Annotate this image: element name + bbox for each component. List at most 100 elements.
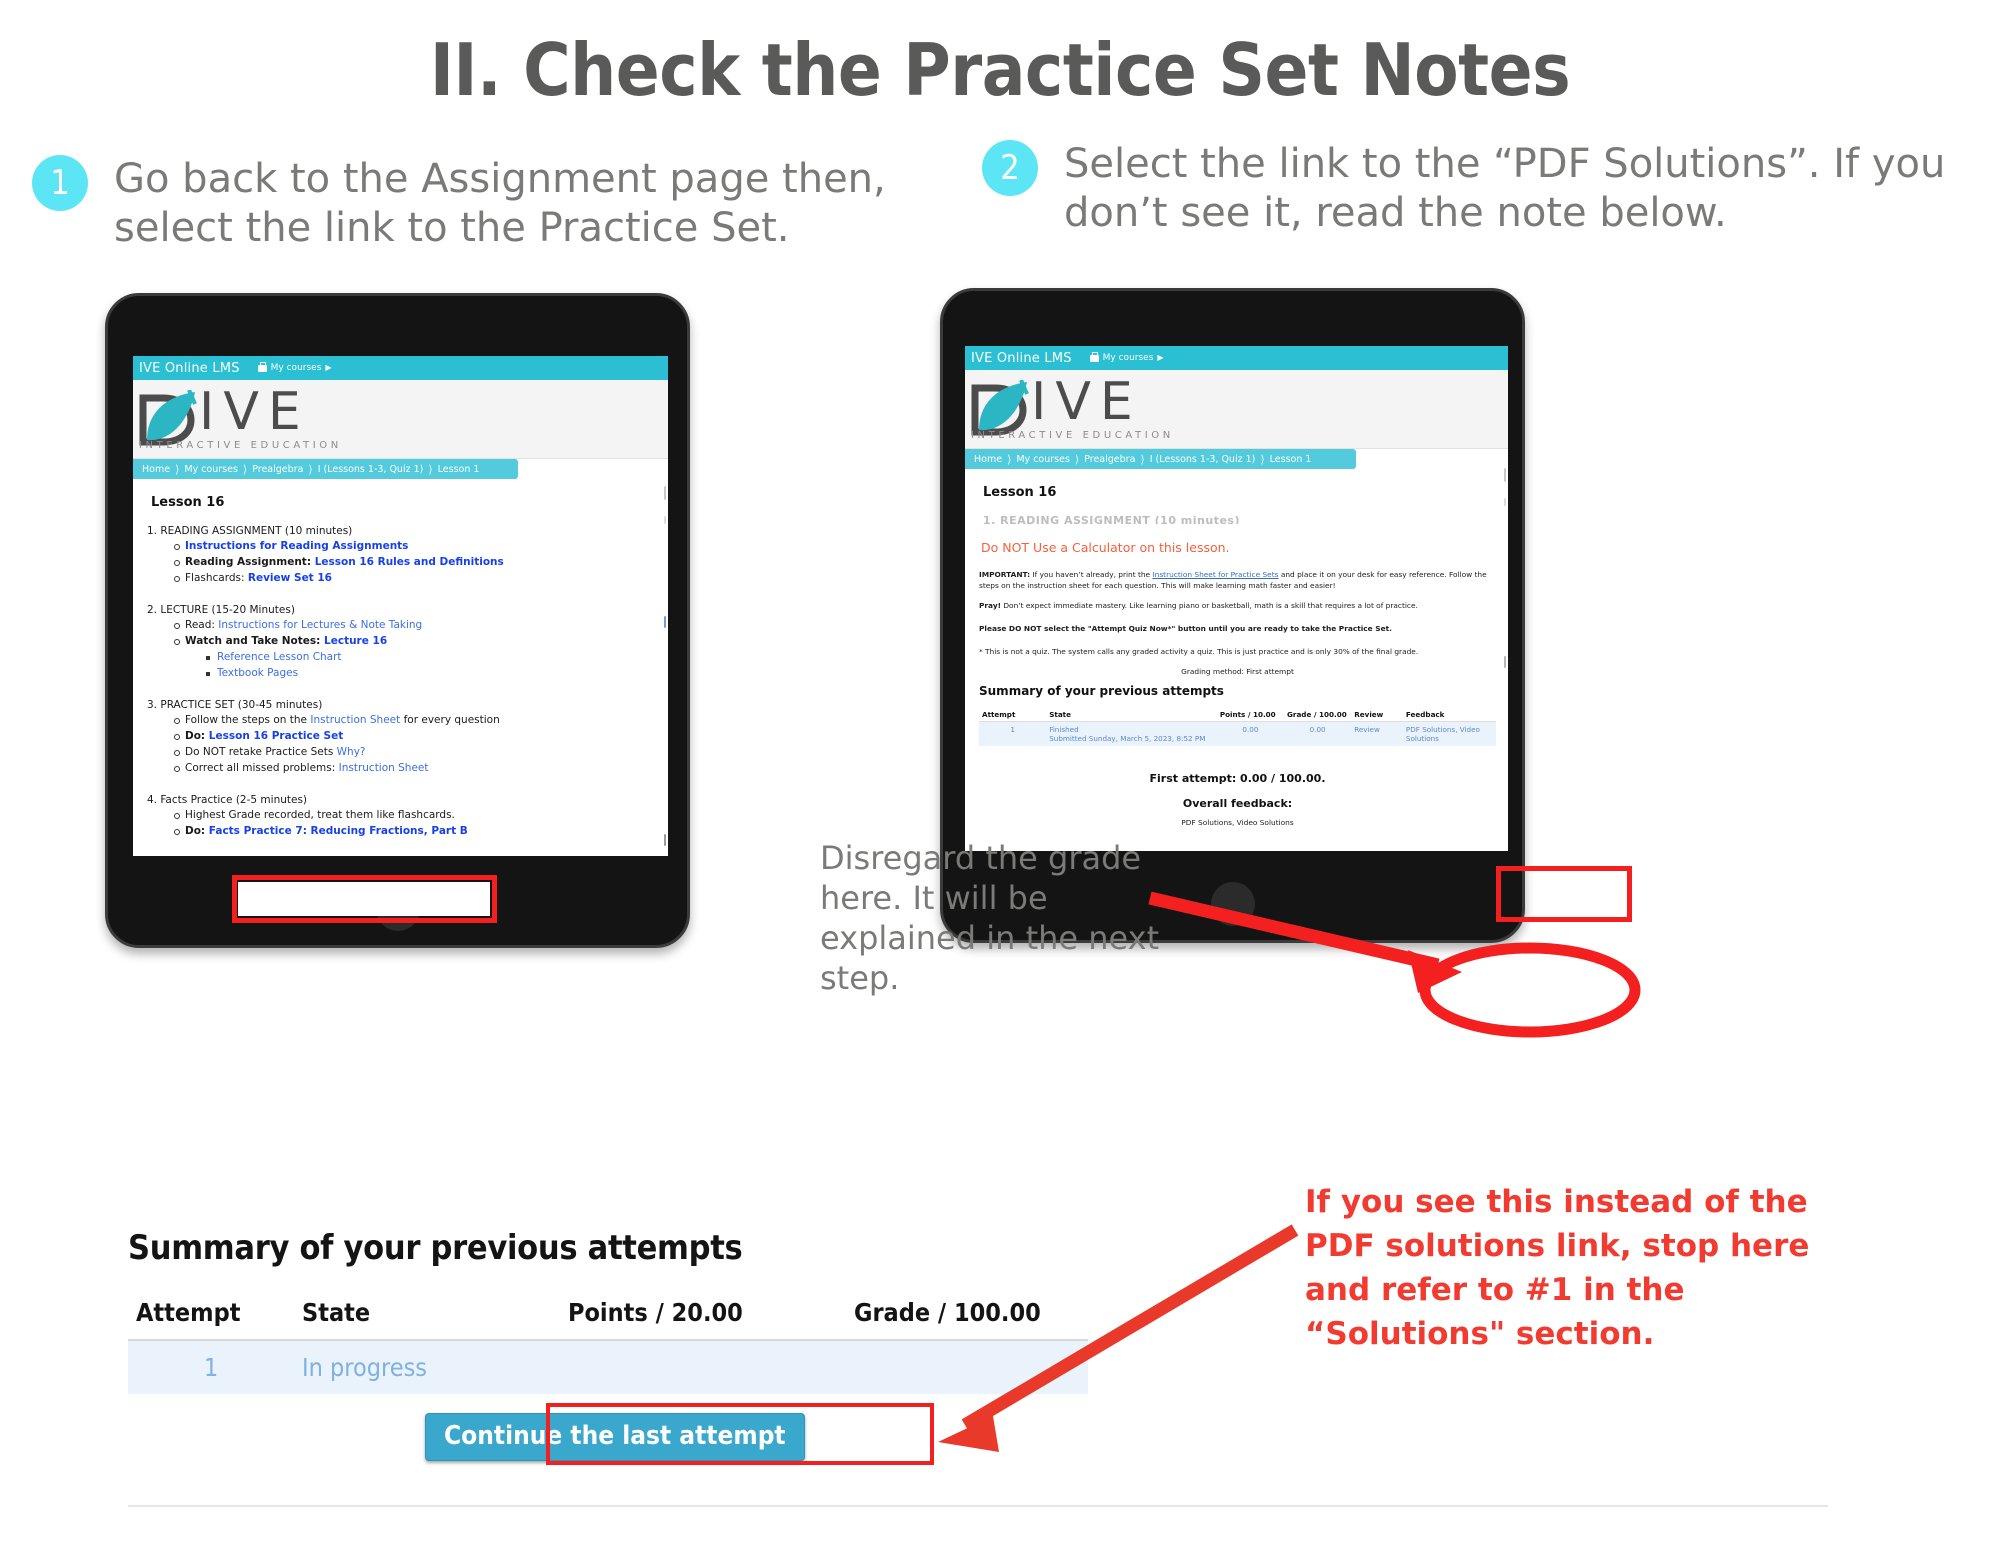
- breadcrumb-lesson[interactable]: Lesson 1: [433, 464, 485, 475]
- overall-feedback-label: Overall feedback:: [1182, 796, 1293, 810]
- lesson-title: Lesson 16: [983, 485, 1057, 500]
- dive-logo-tagline: INTERACTIVE EDUCATION: [971, 430, 1174, 441]
- tablet-home-button[interactable]: [1210, 882, 1255, 926]
- grading-method: Grading method: First attempt: [1181, 666, 1294, 676]
- breadcrumb-home[interactable]: Home: [137, 464, 175, 475]
- lms-navbar-right: IVE Online LMS My courses ▶: [965, 346, 1508, 370]
- label: Watch and Take Notes:: [185, 635, 325, 648]
- list-item[interactable]: Flashcards: Review Set 16: [173, 571, 656, 587]
- link-reference-lesson-chart[interactable]: Reference Lesson Chart: [217, 651, 342, 663]
- link-instruction-sheet-2[interactable]: Instruction Sheet: [339, 762, 429, 774]
- breadcrumb-unit[interactable]: I (Lessons 1-3, Quiz 1): [313, 464, 429, 475]
- section-2-sublist: Reference Lesson Chart Textbook Pages: [205, 650, 656, 682]
- breadcrumb-prealgebra[interactable]: Prealgebra: [247, 464, 308, 475]
- dive-logo[interactable]: IVE: [969, 376, 1142, 436]
- scrollbar-track[interactable]: [664, 516, 666, 524]
- breadcrumb-unit[interactable]: I (Lessons 1-3, Quiz 1): [1145, 454, 1261, 465]
- link-instruction-sheet[interactable]: Instruction Sheet: [310, 714, 400, 726]
- list-item[interactable]: Do NOT retake Practice Sets Why?: [173, 745, 656, 761]
- bottom-summary-heading: Summary of your previous attempts: [128, 1228, 743, 1268]
- scrollbar-thumb-3[interactable]: [664, 834, 666, 846]
- th-grade: Grade / 100.00: [1284, 707, 1352, 722]
- breadcrumb-my-courses[interactable]: My courses: [179, 464, 243, 475]
- disregard-note: Disregard the grade here. It will be exp…: [820, 839, 1160, 997]
- th-points: Points / 20.00: [560, 1294, 846, 1341]
- th-feedback: Feedback: [1402, 707, 1496, 722]
- section-3-list: Follow the steps on the Instruction Shee…: [173, 713, 656, 777]
- attempts-summary-heading: Summary of your previous attempts: [979, 683, 1224, 698]
- ghost-heading: 1. READING ASSIGNMENT (10 minutes): [983, 514, 1240, 524]
- link-review-set-16[interactable]: Review Set 16: [248, 572, 332, 584]
- list-item[interactable]: Reference Lesson Chart: [205, 650, 656, 666]
- lms-brand: IVE Online LMS: [971, 350, 1072, 366]
- step-2-badge: 2: [982, 140, 1038, 196]
- list-item[interactable]: Watch and Take Notes: Lecture 16 Referen…: [173, 634, 656, 682]
- first-attempt-score: First attempt: 0.00 / 100.00.: [1149, 771, 1326, 785]
- link-lesson-16-practice-set[interactable]: Lesson 16 Practice Set: [209, 730, 343, 742]
- breadcrumb-right: Home ⟩ My courses ⟩ Prealgebra ⟩ I (Less…: [965, 449, 1356, 469]
- stop-note: If you see this instead of the PDF solut…: [1305, 1184, 1810, 1353]
- cell-feedback-link[interactable]: PDF Solutions, Video Solutions: [1402, 721, 1496, 746]
- list-item[interactable]: Follow the steps on the Instruction Shee…: [173, 713, 656, 729]
- lms-logo-bar-right: IVE INTERACTIVE EDUCATION: [965, 370, 1508, 449]
- breadcrumb-home[interactable]: Home: [969, 454, 1007, 465]
- scrollbar-thumb[interactable]: [1504, 468, 1506, 482]
- scrollbar-thumb-2[interactable]: [1504, 656, 1506, 668]
- th-state: State: [294, 1294, 560, 1341]
- cell-points: 0.00: [1216, 721, 1285, 746]
- practice-set-highlight-box: [232, 875, 497, 923]
- breadcrumb-prealgebra[interactable]: Prealgebra: [1079, 454, 1140, 465]
- bottom-attempts-table: Attempt State Points / 20.00 Grade / 100…: [128, 1294, 1088, 1394]
- list-item[interactable]: Correct all missed problems: Instruction…: [173, 761, 656, 777]
- breadcrumb-separator-icon: ⟩: [1140, 452, 1145, 466]
- th-grade: Grade / 100.00: [846, 1294, 1088, 1341]
- breadcrumb-lesson[interactable]: Lesson 1: [1265, 454, 1317, 465]
- grade-circle-annotation: [1419, 942, 1641, 1038]
- breadcrumb-separator-icon: ⟩: [1074, 452, 1080, 466]
- section-4-list: Highest Grade recorded, treat them like …: [173, 808, 656, 840]
- cell-state-sub: Submitted Sunday, March 5, 2023, 8:52 PM: [1049, 733, 1206, 743]
- cell-review-link[interactable]: Review: [1351, 721, 1403, 746]
- bottom-divider: [128, 1505, 1828, 1507]
- link-instructions-reading[interactable]: Instructions for Reading Assignments: [185, 540, 408, 552]
- table-row: 1 In progress: [128, 1340, 1088, 1394]
- list-item: Highest Grade recorded, treat them like …: [173, 808, 656, 824]
- list-item[interactable]: Do: Facts Practice 7: Reducing Fractions…: [173, 824, 656, 840]
- lms-brand: IVE Online LMS: [139, 360, 240, 376]
- section-heading: 3. PRACTICE SET (30-45 minutes): [147, 699, 323, 712]
- scrollbar-thumb[interactable]: [664, 486, 666, 500]
- list-item[interactable]: Textbook Pages: [205, 666, 656, 682]
- cell-attempt: 1: [128, 1340, 294, 1394]
- pray-label: Pray!: [979, 601, 1002, 611]
- list-item[interactable]: Reading Assignment: Lesson 16 Rules and …: [173, 555, 656, 571]
- label: for every question: [400, 714, 500, 727]
- overall-feedback-links[interactable]: PDF Solutions, Video Solutions: [979, 818, 1496, 827]
- link-instructions-lectures[interactable]: Instructions for Lectures & Note Taking: [218, 619, 422, 631]
- page-title: II. Check the Practice Set Notes: [429, 28, 1571, 112]
- link-textbook-pages[interactable]: Textbook Pages: [217, 667, 298, 679]
- lms-navbar-left: IVE Online LMS My courses ▶: [133, 356, 668, 380]
- label: Highest Grade recorded, treat them like …: [185, 809, 455, 822]
- step-2-text: Select the link to the “PDF Solutions”. …: [1064, 141, 1946, 237]
- step-1: 1 Go back to the Assignment page then, s…: [32, 155, 912, 253]
- list-item[interactable]: Read: Instructions for Lectures & Note T…: [173, 618, 656, 634]
- my-courses-menu[interactable]: My courses ▶: [1089, 352, 1164, 363]
- label: Do:: [185, 825, 209, 838]
- scrollbar-thumb-2[interactable]: [664, 616, 666, 628]
- cell-state: Finished Submitted Sunday, March 5, 2023…: [1046, 721, 1217, 746]
- step-2: 2 Select the link to the “PDF Solutions”…: [982, 140, 1982, 238]
- chevron-right-icon: ▶: [1157, 353, 1164, 362]
- list-item[interactable]: Instructions for Reading Assignments: [173, 539, 656, 555]
- left-lesson-body: Lesson 16 1. READING ASSIGNMENT (10 minu…: [133, 479, 668, 840]
- dive-logo[interactable]: IVE: [137, 386, 310, 446]
- list-item-practice-set[interactable]: Do: Lesson 16 Practice Set: [173, 729, 656, 745]
- link-facts-practice-7[interactable]: Facts Practice 7: Reducing Fractions, Pa…: [209, 825, 468, 837]
- link-instruction-sheet-practice-sets[interactable]: Instruction Sheet for Practice Sets: [1152, 570, 1278, 579]
- scrollbar-track[interactable]: [1504, 498, 1506, 506]
- my-courses-menu[interactable]: My courses ▶: [257, 362, 332, 373]
- link-lesson-16-rules[interactable]: Lesson 16 Rules and Definitions: [315, 556, 504, 568]
- link-why[interactable]: Why?: [337, 746, 366, 758]
- breadcrumb-my-courses[interactable]: My courses: [1011, 454, 1075, 465]
- link-lecture-16[interactable]: Lecture 16: [324, 635, 387, 647]
